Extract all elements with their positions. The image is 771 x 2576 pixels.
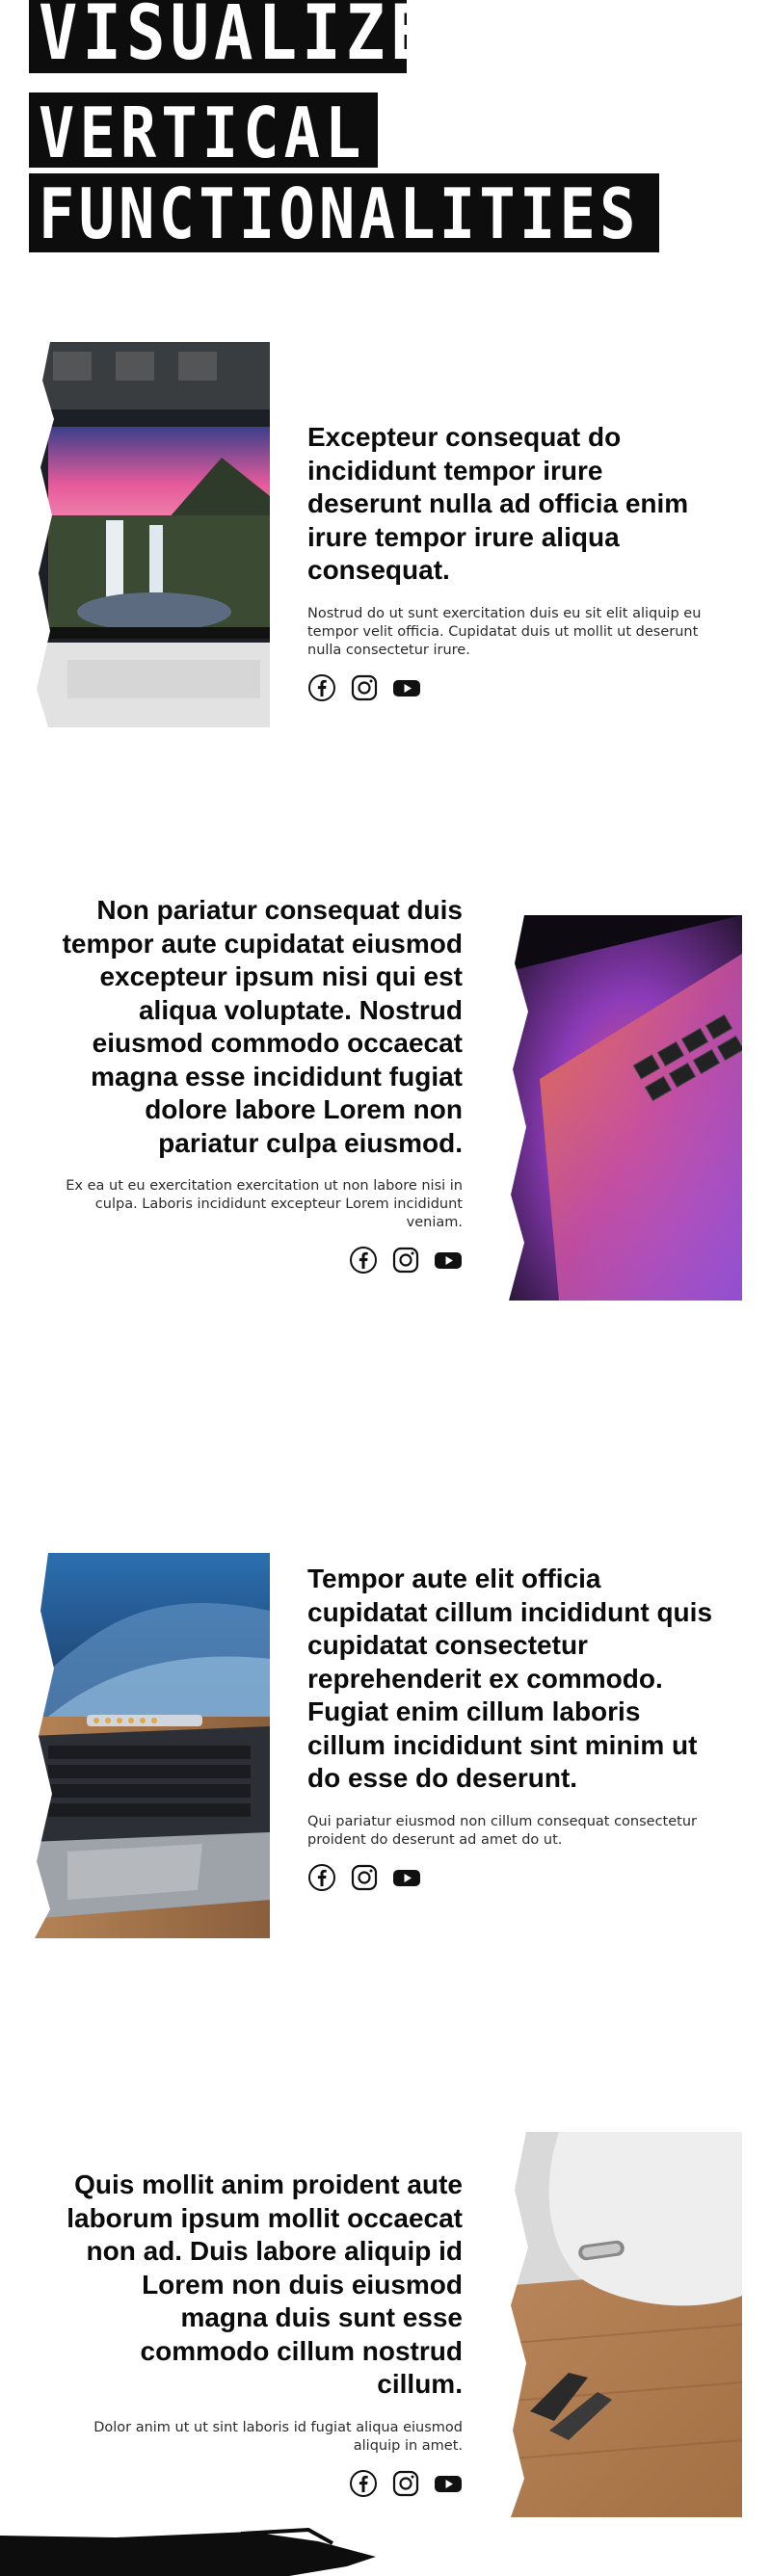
social-links-3 xyxy=(307,1863,712,1892)
facebook-icon[interactable] xyxy=(349,2469,378,2498)
white-device-wood-image xyxy=(501,2132,742,2517)
hero-title-line-3: FUNCTIONALITIES xyxy=(29,173,659,252)
feature-image-1 xyxy=(29,342,270,727)
youtube-icon[interactable] xyxy=(434,1246,463,1275)
macbook-dunes-image xyxy=(29,1553,270,1938)
feature-heading-3: Tempor aute elit officia cupidatat cillu… xyxy=(307,1564,713,1793)
feature-body-3: Qui pariatur eiusmod non cillum consequa… xyxy=(307,1813,698,1848)
instagram-icon[interactable] xyxy=(350,1863,379,1892)
instagram-icon[interactable] xyxy=(350,673,379,702)
feature-image-4 xyxy=(501,2132,742,2517)
feature-heading-1: Excepteur consequat do incididunt tempor… xyxy=(307,422,689,585)
facebook-icon[interactable] xyxy=(307,1863,336,1892)
feature-body-1: Nostrud do ut sunt exercitation duis eu … xyxy=(307,605,702,658)
feature-image-2 xyxy=(501,915,742,1301)
youtube-icon[interactable] xyxy=(392,673,421,702)
hero-title-line-1: VISUALIZE xyxy=(29,0,429,73)
social-links-1 xyxy=(307,673,712,702)
facebook-icon[interactable] xyxy=(349,1246,378,1275)
youtube-icon[interactable] xyxy=(434,2469,463,2498)
hero-title-line-2: VERTICAL xyxy=(29,92,378,168)
facebook-icon[interactable] xyxy=(307,673,336,702)
feature-heading-4: Quis mollit anim proident aute laborum i… xyxy=(66,2169,463,2399)
social-links-4 xyxy=(58,2469,463,2498)
youtube-icon[interactable] xyxy=(392,1863,421,1892)
instagram-icon[interactable] xyxy=(391,2469,420,2498)
feature-heading-2: Non pariatur consequat duis tempor aute … xyxy=(62,895,463,1158)
social-links-2 xyxy=(58,1246,463,1275)
laptop-waterfall-image xyxy=(29,342,270,727)
feature-body-4: Dolor anim ut ut sint laboris id fugiat … xyxy=(93,2419,463,2454)
bottom-brush-stroke xyxy=(0,2528,376,2576)
instagram-icon[interactable] xyxy=(391,1246,420,1275)
laptop-keyboard-purple-image xyxy=(501,915,742,1301)
feature-body-2: Ex ea ut eu exercitation exercitation ut… xyxy=(66,1178,463,1230)
feature-image-3 xyxy=(29,1553,270,1938)
